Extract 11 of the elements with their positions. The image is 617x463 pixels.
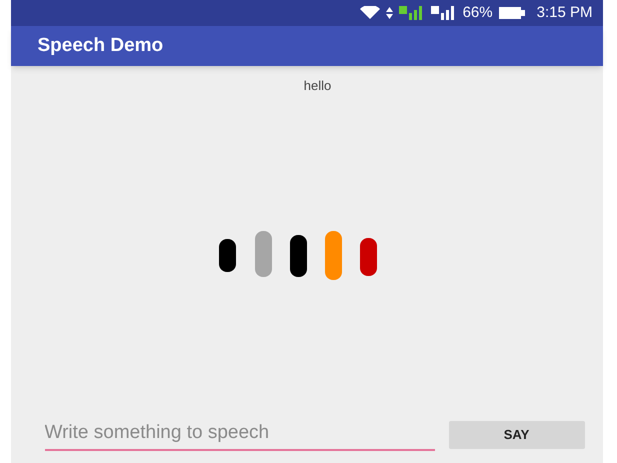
- speech-input-field[interactable]: Write something to speech: [44, 418, 434, 451]
- signal-icon: [398, 6, 425, 20]
- recognized-text: hello: [304, 77, 332, 95]
- battery-percent: 66%: [462, 2, 493, 23]
- clock-time: 3:15 PM: [536, 2, 592, 23]
- battery-icon: [498, 7, 525, 19]
- say-button[interactable]: SAY: [448, 420, 584, 449]
- app-title: Speech Demo: [38, 34, 164, 58]
- wifi-icon: [360, 6, 380, 20]
- data-arrows-icon: [386, 7, 393, 19]
- signal-icon: [430, 6, 457, 20]
